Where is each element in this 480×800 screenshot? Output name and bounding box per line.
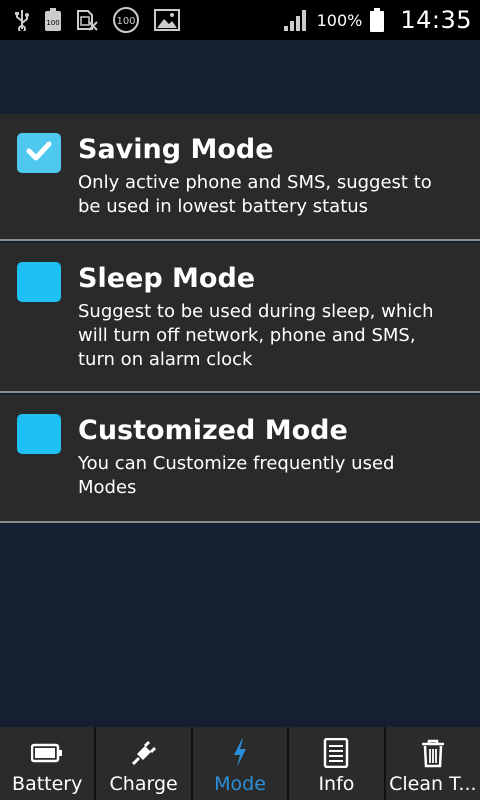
status-bar: 100 100 100% 14:35 [0, 0, 480, 40]
checkmark-icon [26, 140, 52, 166]
lightning-icon [230, 737, 250, 769]
image-icon [154, 9, 180, 31]
mode-title: Saving Mode [78, 134, 274, 165]
usb-icon [14, 9, 30, 31]
signal-icon [283, 8, 309, 32]
mode-title: Sleep Mode [78, 263, 256, 294]
svg-text:100: 100 [116, 16, 135, 27]
badge-100-icon: 100 [112, 6, 140, 34]
plug-icon [129, 737, 159, 769]
tab-label: Info [318, 773, 355, 795]
saving-mode-checkbox[interactable] [17, 133, 61, 173]
mode-title: Customized Mode [78, 415, 348, 446]
svg-text:100: 100 [46, 19, 59, 27]
customized-mode-checkbox[interactable] [17, 414, 61, 454]
mode-description: Suggest to be used during sleep, which w… [78, 301, 434, 370]
mode-item-sleep[interactable]: Sleep Mode Suggest to be used during sle… [0, 243, 480, 393]
mode-description: Only active phone and SMS, suggest to be… [78, 172, 432, 217]
battery-icon [370, 8, 385, 32]
tab-label: Clean T... [389, 773, 477, 795]
tab-info[interactable]: Info [289, 727, 386, 800]
bottom-tab-bar: Battery Charge Mode Info Clean T... [0, 727, 480, 800]
trash-icon [420, 737, 446, 769]
tab-battery[interactable]: Battery [0, 727, 97, 800]
battery-icon [31, 737, 63, 769]
document-icon [323, 737, 349, 769]
tab-clean[interactable]: Clean T... [386, 727, 480, 800]
sim-off-icon [76, 9, 98, 31]
mode-description: You can Customize frequently used Modes [78, 453, 395, 498]
tab-charge[interactable]: Charge [96, 727, 193, 800]
tab-label: Mode [214, 773, 266, 795]
tab-label: Charge [109, 773, 178, 795]
sleep-mode-checkbox[interactable] [17, 262, 61, 302]
battery-percent: 100% [316, 10, 363, 30]
tab-mode[interactable]: Mode [193, 727, 290, 800]
clock: 14:35 [400, 6, 472, 34]
mode-item-saving[interactable]: Saving Mode Only active phone and SMS, s… [0, 114, 480, 241]
mode-list: Saving Mode Only active phone and SMS, s… [0, 114, 480, 523]
battery-100-icon: 100 [44, 8, 62, 32]
tab-label: Battery [12, 773, 83, 795]
header-spacer [0, 40, 480, 114]
mode-item-customized[interactable]: Customized Mode You can Customize freque… [0, 395, 480, 523]
